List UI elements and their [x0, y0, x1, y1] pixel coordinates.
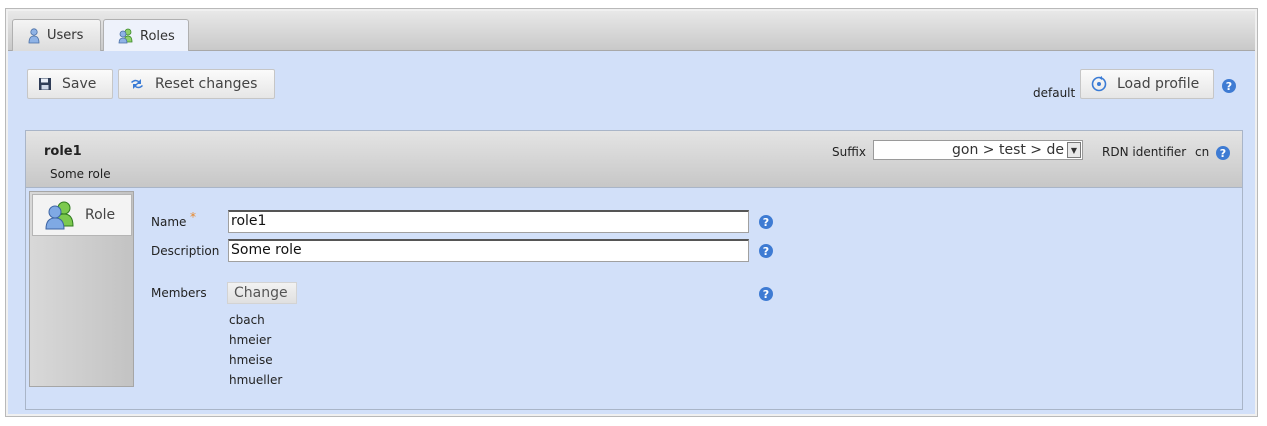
tab-users-label: Users: [47, 28, 84, 43]
save-icon: [39, 78, 51, 90]
suffix-label: Suffix: [832, 145, 866, 159]
required-marker: *: [190, 210, 196, 224]
role-group-icon: [45, 201, 74, 230]
user-icon: [27, 27, 41, 44]
help-icon[interactable]: ?: [1222, 79, 1236, 93]
panel-header: role1 Some role Suffix gon > test > de ▼…: [26, 131, 1242, 188]
suffix-value: gon > test > de: [952, 142, 1064, 158]
reset-changes-button[interactable]: Reset changes: [118, 69, 275, 99]
tab-roles[interactable]: Roles: [103, 19, 189, 52]
profile-name: default: [1033, 86, 1076, 100]
member-item: hmeise: [229, 353, 273, 367]
description-input[interactable]: Some role: [228, 239, 749, 262]
change-members-button[interactable]: Change: [227, 282, 297, 304]
member-item: cbach: [229, 313, 265, 327]
help-icon[interactable]: ?: [759, 244, 773, 258]
record-title: role1: [44, 144, 82, 159]
name-input[interactable]: role1: [228, 210, 749, 233]
record-subtitle: Some role: [50, 167, 111, 181]
reset-label: Reset changes: [155, 76, 258, 92]
description-label: Description: [151, 244, 220, 258]
save-button[interactable]: Save: [27, 69, 113, 99]
chevron-down-icon: ▼: [1067, 142, 1081, 158]
role-panel: role1 Some role Suffix gon > test > de ▼…: [25, 130, 1243, 410]
load-profile-icon: [1091, 76, 1107, 92]
member-item: hmeier: [229, 333, 272, 347]
rdn-label: RDN identifier: [1102, 145, 1187, 159]
side-tab-role[interactable]: Role: [32, 194, 132, 236]
members-label: Members: [151, 286, 207, 300]
rdn-value: cn: [1195, 145, 1210, 159]
name-label: Name: [151, 215, 187, 229]
app-frame: Users Roles Save Reset changes default L…: [5, 8, 1258, 417]
load-profile-button[interactable]: Load profile: [1080, 69, 1214, 99]
help-icon[interactable]: ?: [1216, 146, 1230, 160]
help-icon[interactable]: ?: [759, 287, 773, 301]
suffix-select[interactable]: gon > test > de ▼: [873, 140, 1083, 160]
roles-icon: [118, 28, 134, 44]
save-label: Save: [62, 76, 97, 92]
tab-bar: Users Roles: [8, 11, 1255, 52]
tab-users[interactable]: Users: [12, 19, 101, 51]
side-tab-role-label: Role: [85, 207, 116, 223]
member-item: hmueller: [229, 373, 283, 387]
reset-icon: [131, 79, 143, 89]
main-content: Save Reset changes default Load profile …: [8, 51, 1255, 414]
side-tab-list: Role: [29, 191, 134, 387]
tab-roles-label: Roles: [140, 28, 175, 44]
load-profile-label: Load profile: [1117, 76, 1200, 92]
help-icon[interactable]: ?: [759, 215, 773, 229]
